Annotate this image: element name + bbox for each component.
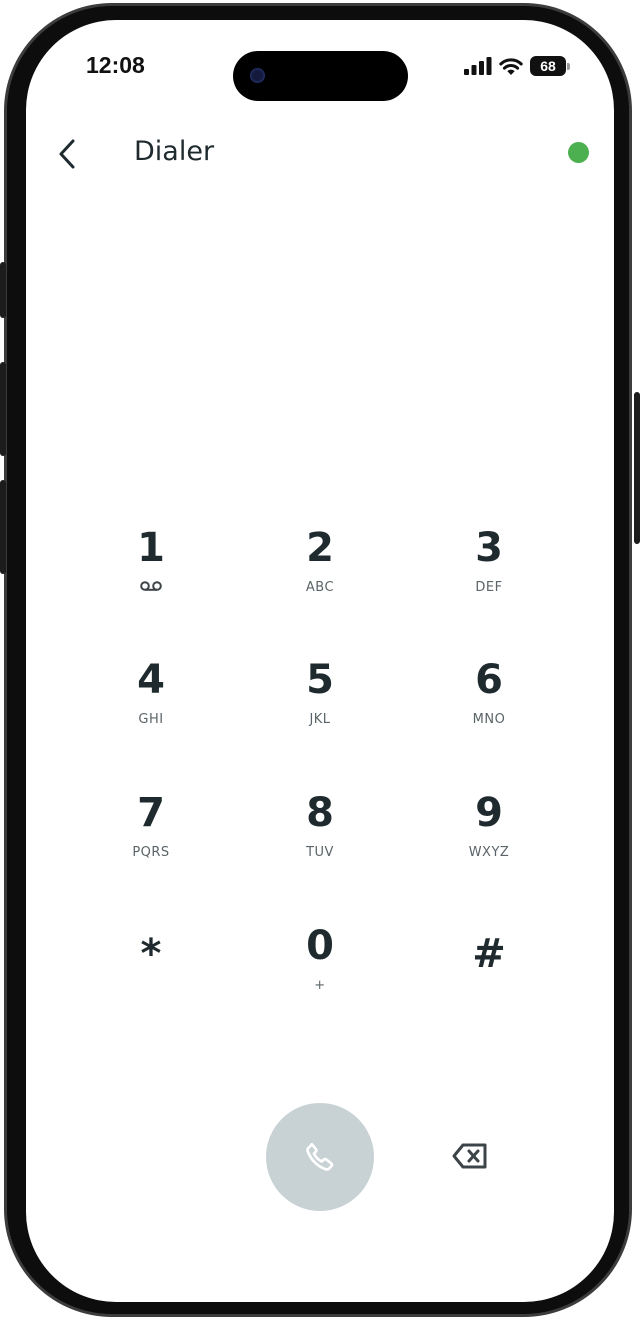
key-digit: # — [472, 931, 506, 977]
key-6[interactable]: 6 MNO — [424, 652, 554, 762]
battery-icon: 68 — [530, 56, 570, 76]
key-letters: TUV — [306, 845, 334, 860]
volume-down-button — [0, 480, 6, 574]
page-title: Dialer — [134, 136, 215, 167]
key-letters: + — [314, 978, 326, 993]
key-hash[interactable]: # — [424, 918, 554, 1028]
key-letters: MNO — [472, 712, 506, 727]
status-indicator — [568, 142, 589, 163]
key-digit: 3 — [475, 525, 503, 571]
power-button — [634, 392, 640, 544]
status-icons: 68 — [464, 55, 570, 77]
front-camera — [250, 68, 265, 83]
action-button — [0, 262, 6, 318]
dynamic-island — [233, 51, 408, 101]
key-digit: 5 — [306, 657, 334, 703]
header: Dialer — [26, 132, 614, 176]
key-digit: 0 — [306, 923, 334, 969]
key-1[interactable]: 1 — [86, 520, 216, 630]
key-letters — [140, 580, 162, 598]
call-button[interactable] — [266, 1103, 374, 1211]
key-digit: 8 — [306, 790, 334, 836]
key-8[interactable]: 8 TUV — [255, 785, 385, 895]
key-letters: ABC — [305, 580, 335, 595]
delete-button[interactable] — [446, 1136, 494, 1176]
key-7[interactable]: 7 PQRS — [86, 785, 216, 895]
key-letters: DEF — [475, 580, 503, 595]
phone-icon — [306, 1142, 334, 1171]
key-digit: 9 — [475, 790, 503, 836]
back-button[interactable] — [52, 136, 82, 172]
key-digit: 2 — [306, 525, 334, 571]
key-digit: 6 — [475, 657, 503, 703]
key-letters: PQRS — [132, 845, 170, 860]
key-star[interactable]: * — [86, 918, 216, 1028]
signal-icon — [464, 57, 492, 75]
key-letters: WXYZ — [468, 845, 510, 860]
key-letters: JKL — [309, 712, 331, 727]
screen: 12:08 68 Dialer 1 2 ABC 3 DEF 4 GHI 5 JK… — [26, 20, 614, 1302]
key-digit: 7 — [137, 790, 165, 836]
key-4[interactable]: 4 GHI — [86, 652, 216, 762]
key-0[interactable]: 0 + — [255, 918, 385, 1028]
wifi-icon — [499, 58, 523, 75]
key-5[interactable]: 5 JKL — [255, 652, 385, 762]
key-3[interactable]: 3 DEF — [424, 520, 554, 630]
key-9[interactable]: 9 WXYZ — [424, 785, 554, 895]
key-digit: * — [140, 931, 162, 977]
chevron-left-icon — [59, 139, 75, 169]
key-letters: GHI — [138, 712, 164, 727]
status-time: 12:08 — [86, 52, 145, 78]
backspace-icon — [452, 1143, 487, 1169]
volume-up-button — [0, 362, 6, 456]
key-digit: 1 — [137, 525, 165, 571]
key-digit: 4 — [137, 657, 165, 703]
battery-level: 68 — [540, 58, 556, 74]
voicemail-icon — [140, 581, 162, 591]
key-2[interactable]: 2 ABC — [255, 520, 385, 630]
